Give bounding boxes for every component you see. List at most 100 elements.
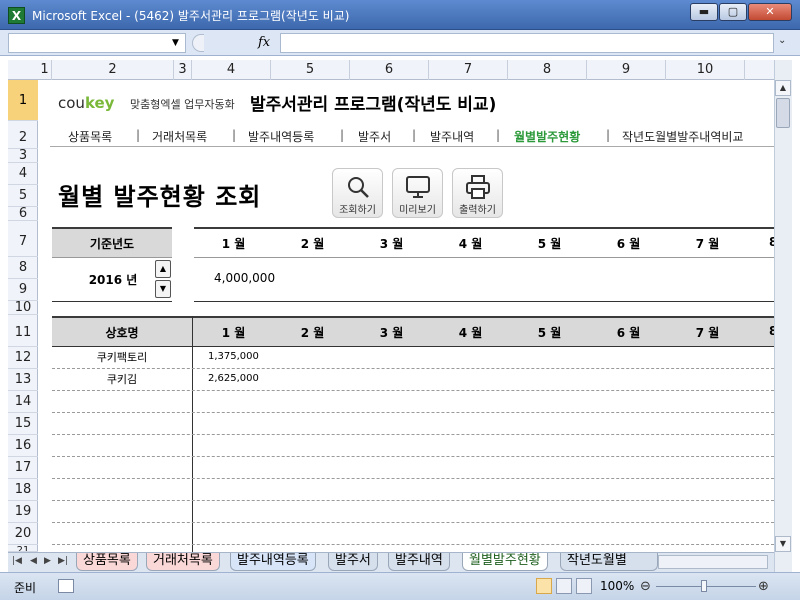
sheet-tab-active[interactable]: 월별발주현황 — [462, 553, 548, 571]
nav-item-vendors[interactable]: 거래처목록 — [152, 128, 207, 145]
month-header: 2 월 — [300, 237, 325, 251]
name-box[interactable] — [8, 33, 186, 53]
last-sheet-icon[interactable]: ▶| — [58, 556, 68, 566]
year-down-button[interactable]: ▼ — [155, 280, 171, 298]
nav-item-order-history[interactable]: 발주내역 — [430, 128, 474, 145]
column-header[interactable]: 9 — [587, 60, 666, 80]
formula-input[interactable] — [280, 33, 774, 53]
print-button[interactable]: 출력하기 — [452, 168, 503, 218]
zoom-level[interactable]: 100% — [600, 579, 634, 593]
row-header[interactable]: 6 — [8, 207, 38, 221]
month-header: 5 월 — [537, 326, 562, 340]
page-break-preview-icon[interactable] — [576, 578, 592, 594]
column-header[interactable]: 1 — [38, 60, 52, 80]
row-header[interactable]: 2 — [8, 121, 38, 149]
year-value[interactable]: 2016 년 — [68, 271, 158, 288]
sheet-tab[interactable]: 작년도월별 — [560, 553, 658, 571]
maximize-button[interactable]: ▢ — [719, 3, 747, 21]
minimize-button[interactable]: ▬ — [690, 3, 718, 21]
scroll-up-icon[interactable]: ▲ — [775, 80, 791, 96]
scroll-thumb[interactable] — [776, 98, 790, 128]
zoom-slider-thumb[interactable] — [701, 580, 707, 592]
formula-bar-splitter[interactable] — [192, 34, 204, 52]
column-header[interactable]: 10 — [666, 60, 745, 80]
month-header: 8 — [769, 324, 774, 338]
row-header[interactable]: 20 — [8, 523, 38, 545]
month-header: 1 월 — [221, 237, 246, 251]
normal-view-icon[interactable] — [536, 578, 552, 594]
column-header[interactable]: 7 — [429, 60, 508, 80]
row-header[interactable]: 15 — [8, 413, 38, 435]
vendor-jan-value: 1,375,000 — [208, 351, 259, 362]
search-button[interactable]: 조회하기 — [332, 168, 383, 218]
row-header[interactable]: 7 — [8, 221, 38, 257]
month-header: 1 월 — [221, 326, 246, 340]
month-header: 3 월 — [379, 326, 404, 340]
brand-tagline: 맞춤형엑셀 업무자동화 — [130, 98, 235, 111]
close-button[interactable]: ✕ — [748, 3, 792, 21]
chevron-down-icon[interactable]: ▼ — [172, 33, 179, 53]
app-title: 발주서관리 프로그램(작년도 비교) — [250, 95, 497, 115]
row-header[interactable]: 17 — [8, 457, 38, 479]
sheet-tab[interactable]: 거래처목록 — [146, 553, 220, 571]
nav-item-yearly-compare[interactable]: 작년도월별발주내역비교 — [622, 128, 743, 145]
row-header[interactable]: 13 — [8, 369, 38, 391]
expand-formula-bar-icon[interactable]: ⌄ — [778, 35, 786, 46]
macro-record-icon[interactable] — [58, 579, 74, 593]
row-divider — [52, 456, 774, 457]
row-header[interactable]: 5 — [8, 185, 38, 207]
year-up-button[interactable]: ▲ — [155, 260, 171, 278]
column-header[interactable]: 4 — [192, 60, 271, 80]
row-header[interactable]: 21 — [8, 545, 38, 552]
horizontal-scrollbar[interactable] — [658, 555, 768, 569]
sheet-tab[interactable]: 발주내역 — [388, 553, 450, 571]
zoom-in-icon[interactable]: ⊕ — [758, 579, 769, 594]
formula-bar: ▼ fx ⌄ — [0, 30, 800, 56]
column-header[interactable]: 8 — [508, 60, 587, 80]
month-header: 3 월 — [379, 237, 404, 251]
row-header[interactable]: 16 — [8, 435, 38, 457]
preview-button[interactable]: 미리보기 — [392, 168, 443, 218]
row-header[interactable]: 3 — [8, 149, 38, 163]
row-header[interactable]: 9 — [8, 279, 38, 301]
row-divider — [52, 434, 774, 435]
nav-item-products[interactable]: 상품목록 — [68, 128, 112, 145]
insert-function-icon[interactable]: fx — [258, 35, 270, 50]
column-header[interactable]: 3 — [174, 60, 192, 80]
next-sheet-icon[interactable]: ▶ — [44, 556, 51, 566]
sheet-tab[interactable]: 상품목록 — [76, 553, 138, 571]
divider — [52, 257, 172, 258]
worksheet[interactable]: coukey 맞춤형엑셀 업무자동화 발주서관리 프로그램(작년도 비교) 상품… — [38, 80, 774, 552]
column-header[interactable]: 5 — [271, 60, 350, 80]
column-header[interactable]: 2 — [52, 60, 174, 80]
nav-item-monthly-status[interactable]: 월별발주현황 — [514, 128, 580, 145]
row-header[interactable]: 12 — [8, 347, 38, 369]
row-divider — [52, 412, 774, 413]
row-header[interactable]: 11 — [8, 315, 38, 347]
row-header[interactable]: 18 — [8, 479, 38, 501]
row-header[interactable]: 4 — [8, 163, 38, 185]
vertical-scrollbar[interactable]: ▲ ▼ — [774, 60, 792, 572]
top-table-rule — [194, 227, 774, 229]
row-header[interactable]: 8 — [8, 257, 38, 279]
prev-sheet-icon[interactable]: ◀ — [30, 556, 37, 566]
row-header[interactable]: 10 — [8, 301, 38, 315]
column-header[interactable]: 6 — [350, 60, 429, 80]
brand-name-a: cou — [58, 94, 85, 112]
row-header[interactable]: 1 — [8, 80, 38, 121]
sheet-tab[interactable]: 발주서 — [328, 553, 378, 571]
row-header[interactable]: 14 — [8, 391, 38, 413]
vendor-jan-value: 2,625,000 — [208, 373, 259, 384]
nav-divider — [50, 146, 774, 147]
nav-item-order-sheet[interactable]: 발주서 — [358, 128, 391, 145]
first-sheet-icon[interactable]: |◀ — [12, 556, 22, 566]
row-header[interactable]: 19 — [8, 501, 38, 523]
excel-app-icon[interactable]: X — [8, 7, 25, 24]
monitor-icon — [405, 176, 430, 198]
scroll-down-icon[interactable]: ▼ — [775, 536, 791, 552]
nav-separator: | — [496, 128, 501, 142]
sheet-tab[interactable]: 발주내역등록 — [230, 553, 316, 571]
nav-item-order-entry[interactable]: 발주내역등록 — [248, 128, 314, 145]
zoom-out-icon[interactable]: ⊖ — [640, 579, 651, 594]
page-layout-icon[interactable] — [556, 578, 572, 594]
